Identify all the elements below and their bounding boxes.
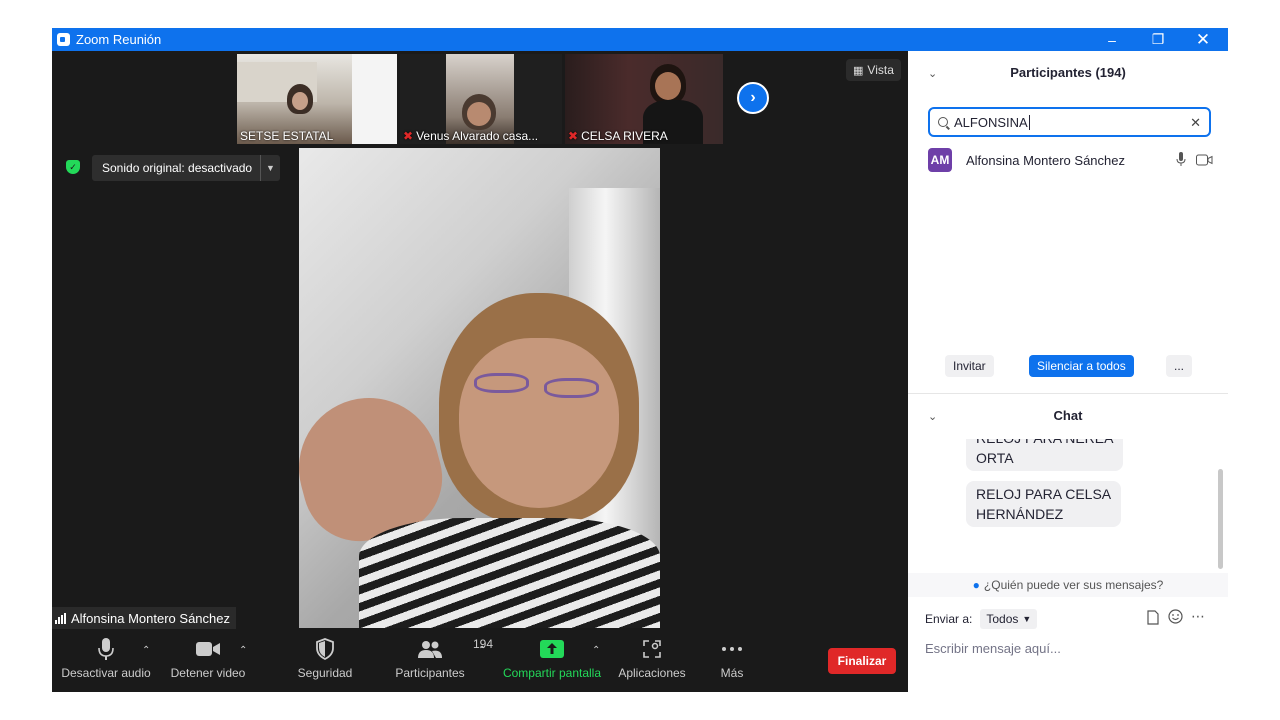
more-options-button[interactable]: ...	[1166, 355, 1193, 377]
close-button[interactable]: ✕	[1180, 28, 1226, 51]
share-screen-icon	[540, 633, 564, 665]
side-panel: ⌄ Participantes (194) ALFONSINA ✕ AM Alf…	[908, 51, 1228, 692]
apps-icon	[642, 633, 662, 665]
user-visibility-icon: ●	[972, 578, 980, 592]
original-sound-dropdown[interactable]: ▼	[260, 155, 280, 181]
mute-audio-button[interactable]: Desactivar audio	[61, 633, 151, 692]
text-cursor	[1028, 114, 1030, 130]
invite-button[interactable]: Invitar	[945, 355, 994, 377]
chevron-right-icon: ›	[750, 89, 756, 106]
minimize-button[interactable]: –	[1089, 28, 1135, 51]
video-thumbnail[interactable]: SETSE ESTATAL	[237, 54, 397, 144]
active-speaker-video	[299, 148, 660, 628]
emoji-icon[interactable]	[1168, 609, 1183, 627]
caret-down-icon: ▼	[266, 163, 275, 173]
send-to-row: Enviar a: Todos ▼ ⋯	[925, 607, 1215, 631]
chat-message: RELOJ PARA NEREA ORTA	[966, 439, 1124, 471]
muted-mic-icon: ✖	[403, 129, 414, 143]
connection-signal-icon	[55, 612, 66, 624]
mute-audio-label: Desactivar audio	[61, 666, 151, 680]
participants-options-caret[interactable]: ⌃	[478, 645, 486, 656]
encryption-shield-icon[interactable]: ✓	[66, 160, 80, 174]
zoom-window: Zoom Reunión – ❐ ✕ SETSE ESTATAL ✖ Venus …	[52, 28, 1228, 692]
share-options-caret[interactable]: ⌃	[592, 645, 600, 656]
participants-label: Participantes	[395, 666, 465, 680]
thumbnail-name: CELSA RIVERA	[581, 129, 668, 143]
audio-options-caret[interactable]: ⌃	[142, 645, 150, 656]
grid-icon: ▦	[853, 64, 864, 77]
apps-label: Aplicaciones	[618, 666, 686, 680]
zoom-logo-icon	[57, 33, 70, 46]
video-thumbnail[interactable]: ✖ Venus Alvarado casa...	[400, 54, 562, 144]
security-label: Seguridad	[297, 666, 353, 680]
thumbnail-name: Venus Alvarado casa...	[416, 129, 539, 143]
original-sound-button[interactable]: Sonido original: desactivado	[92, 155, 280, 181]
share-screen-label: Compartir pantalla	[502, 666, 602, 680]
muted-mic-icon: ✖	[568, 129, 579, 143]
stop-video-label: Detener video	[170, 666, 246, 680]
view-label: Vista	[867, 63, 894, 77]
more-options-icon[interactable]: ⋯	[1191, 608, 1205, 625]
clear-search-icon[interactable]: ✕	[1190, 115, 1201, 131]
mute-all-button[interactable]: Silenciar a todos	[1029, 355, 1134, 377]
participants-button[interactable]: 194 Participantes	[390, 633, 493, 692]
video-camera-icon	[195, 633, 221, 665]
original-sound-label: Sonido original: desactivado	[102, 161, 253, 175]
end-meeting-button[interactable]: Finalizar	[828, 648, 896, 674]
who-can-see-messages-link[interactable]: ● ¿Quién puede ver sus mensajes?	[908, 573, 1228, 597]
file-icon[interactable]	[1147, 610, 1159, 628]
chat-message-line: ORTA	[976, 450, 1014, 466]
more-button[interactable]: Más	[712, 633, 752, 692]
window-title: Zoom Reunión	[76, 32, 162, 47]
video-options-caret[interactable]: ⌃	[239, 645, 247, 656]
more-dots-icon	[721, 633, 743, 665]
participants-icon: 194	[417, 633, 493, 665]
send-to-dropdown[interactable]: Todos ▼	[980, 609, 1038, 629]
chat-message-line: HERNÁNDEZ	[976, 506, 1064, 522]
thumbnail-label: ✖ CELSA RIVERA	[568, 129, 668, 143]
chat-message-line: RELOJ PARA CELSA	[976, 486, 1112, 502]
participant-list-item[interactable]: AM Alfonsina Montero Sánchez	[928, 147, 1218, 173]
chevron-down-icon: ▼	[1022, 614, 1032, 624]
microphone-icon[interactable]	[1176, 152, 1186, 172]
title-bar: Zoom Reunión – ❐ ✕	[52, 28, 1228, 51]
divider	[908, 393, 1228, 394]
share-screen-button[interactable]: Compartir pantalla	[502, 633, 602, 692]
video-thumbnail[interactable]: ✖ CELSA RIVERA	[565, 54, 723, 144]
active-speaker-label: Alfonsina Montero Sánchez	[52, 607, 236, 629]
chat-message-input[interactable]: Escribir mensaje aquí...	[925, 641, 1061, 656]
participant-search-input[interactable]: ALFONSINA ✕	[928, 107, 1211, 137]
thumbnail-label: ✖ Venus Alvarado casa...	[403, 129, 538, 143]
next-page-button[interactable]: ›	[737, 82, 769, 114]
security-shield-icon	[315, 633, 335, 665]
more-label: Más	[720, 666, 744, 680]
restore-button[interactable]: ❐	[1135, 28, 1181, 51]
chat-panel-title: Chat	[1053, 408, 1083, 423]
apps-button[interactable]: Aplicaciones	[614, 633, 690, 692]
meeting-area: SETSE ESTATAL ✖ Venus Alvarado casa... ✖ C…	[52, 51, 908, 692]
security-button[interactable]: Seguridad	[292, 633, 358, 692]
chat-message: RELOJ PARA CELSA HERNÁNDEZ	[966, 481, 1122, 527]
search-value: ALFONSINA	[954, 114, 1028, 130]
chat-message-line: RELOJ PARA NEREA	[976, 439, 1113, 448]
search-icon	[938, 117, 948, 127]
video-camera-icon[interactable]	[1196, 153, 1213, 171]
meeting-toolbar: Desactivar audio ⌃ Detener video ⌃ Segur…	[52, 633, 908, 692]
send-to-label: Enviar a:	[925, 612, 973, 626]
chat-messages[interactable]: RELOJ PARA NEREA ORTA RELOJ PARA CELSA H…	[908, 439, 1218, 569]
active-speaker-name: Alfonsina Montero Sánchez	[71, 610, 230, 626]
avatar: AM	[928, 148, 952, 172]
thumbnail-name: SETSE ESTATAL	[240, 129, 334, 143]
participants-panel-title: Participantes (194)	[1010, 65, 1126, 80]
participant-name: Alfonsina Montero Sánchez	[966, 152, 1125, 168]
send-to-value: Todos	[986, 612, 1019, 626]
chat-scrollbar[interactable]	[1218, 469, 1223, 569]
who-can-see-label: ¿Quién puede ver sus mensajes?	[983, 578, 1164, 592]
stop-video-button[interactable]: Detener video	[168, 633, 248, 692]
view-button[interactable]: ▦ Vista	[846, 59, 901, 81]
microphone-icon	[98, 633, 114, 665]
